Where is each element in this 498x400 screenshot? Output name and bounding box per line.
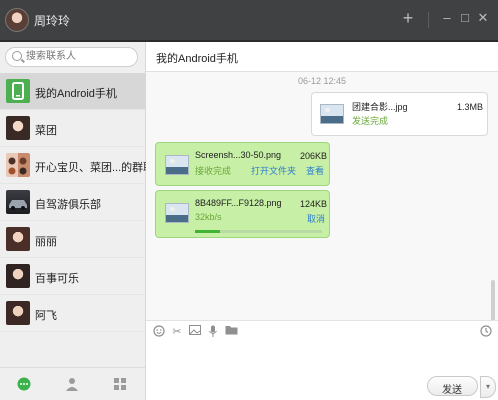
sidebar-nav [0, 367, 145, 400]
phone-icon [6, 79, 30, 103]
image-icon[interactable] [188, 325, 202, 339]
avatar [6, 116, 30, 140]
emoji-icon[interactable] [152, 325, 166, 339]
file-message[interactable]: 8B489FF...F9128.png 124KB 32kb/s 取消 [155, 190, 330, 238]
add-icon[interactable]: + [400, 9, 416, 27]
send-button[interactable]: 发送 [427, 376, 478, 396]
contact-item[interactable]: 开心宝贝、菜团...的群聊 [0, 147, 154, 184]
send-label: 发送 [442, 385, 462, 396]
contact-name: 百事可乐 [35, 273, 79, 285]
sidebar: 我的Android手机 菜团 开心宝贝、菜团...的群聊 自驾游俱乐部 [0, 42, 154, 400]
close-icon[interactable]: ✕ [476, 11, 490, 25]
image-icon [165, 203, 189, 223]
file-message[interactable]: Screensh...30-50.png 206KB 接收完成 打开文件夹 查看 [155, 142, 330, 186]
avatar [6, 301, 30, 325]
contact-item[interactable]: 自驾游俱乐部 [0, 184, 145, 221]
contact-name: 菜团 [35, 125, 57, 137]
avatar [6, 264, 30, 288]
chat-title: 我的Android手机 [156, 53, 238, 65]
contacts-icon[interactable] [64, 377, 80, 391]
image-icon [320, 104, 344, 124]
apps-icon[interactable] [112, 377, 128, 391]
message-input[interactable]: 发送 ▾ [146, 343, 498, 400]
file-name: 8B489FF...F9128.png [195, 198, 282, 208]
cancel-link[interactable]: 取消 [307, 212, 325, 225]
scissors-icon[interactable]: ✂ [170, 325, 184, 339]
send-options-icon[interactable]: ▾ [480, 376, 496, 398]
view-link[interactable]: 查看 [306, 164, 324, 177]
file-size: 1.3MB [457, 102, 484, 112]
avatar [6, 227, 30, 251]
contact-item[interactable]: 百事可乐 [0, 258, 145, 295]
contact-name: 阿飞 [35, 310, 57, 322]
group-avatar [6, 153, 30, 177]
transfer-speed: 32kb/s [195, 212, 222, 222]
file-status: 接收完成 [195, 166, 232, 176]
search-icon [12, 51, 22, 61]
image-icon [165, 155, 189, 175]
timestamp: 06-12 12:45 [298, 76, 347, 86]
folder-icon[interactable] [224, 325, 238, 339]
file-status: 发送完成 [352, 116, 389, 126]
message-area: 06-12 12:45 团建合影...jpg 1.3MB 发送完成 Screen… [146, 72, 498, 366]
file-name: 团建合影...jpg [352, 102, 408, 112]
window-title: 周玲玲 [34, 14, 71, 28]
maximize-icon[interactable]: □ [458, 11, 472, 25]
microphone-icon[interactable] [206, 325, 220, 339]
contact-name: 我的Android手机 [35, 88, 117, 100]
progress-bar [195, 230, 322, 233]
contact-item[interactable]: 菜团 [0, 110, 145, 147]
search-input[interactable] [26, 49, 131, 63]
contact-name: 丽丽 [35, 236, 57, 248]
file-message[interactable]: 团建合影...jpg 1.3MB 发送完成 [311, 92, 488, 136]
contact-item[interactable]: 阿飞 [0, 295, 145, 332]
contact-item[interactable]: 我的Android手机 [0, 73, 145, 110]
app-window: 周玲玲 + – □ ✕ 我的Android手机 菜团 [0, 0, 498, 400]
search-box[interactable] [5, 47, 138, 67]
contact-item[interactable]: 丽丽 [0, 221, 145, 258]
title-bar: 周玲玲 + – □ ✕ [0, 0, 498, 42]
car-avatar [6, 190, 30, 214]
contact-name: 自驾游俱乐部 [35, 199, 101, 211]
minimize-icon[interactable]: – [440, 11, 454, 25]
open-folder-link[interactable]: 打开文件夹 [251, 164, 296, 177]
file-size: 124KB [300, 199, 328, 209]
file-name: Screensh...30-50.png [195, 150, 282, 160]
history-icon[interactable] [479, 325, 493, 339]
title-divider [428, 12, 429, 28]
composer-toolbar: ✂ [146, 320, 498, 343]
file-size: 206KB [300, 151, 328, 161]
contact-list: 我的Android手机 菜团 开心宝贝、菜团...的群聊 自驾游俱乐部 丽丽 百… [0, 73, 154, 332]
chat-panel: 我的Android手机 06-12 12:45 团建合影...jpg 1.3MB… [146, 42, 498, 400]
chat-icon[interactable] [16, 377, 32, 391]
chat-header: 我的Android手机 [146, 42, 498, 72]
contact-name: 开心宝贝、菜团...的群聊 [35, 162, 155, 174]
user-avatar[interactable] [5, 8, 29, 32]
